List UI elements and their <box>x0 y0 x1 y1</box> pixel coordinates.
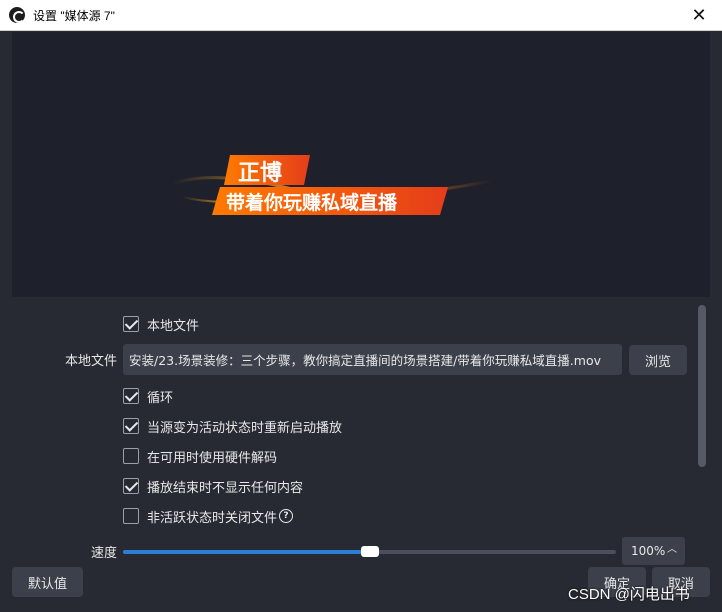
close-icon[interactable]: ✕ <box>676 0 722 31</box>
close-when-inactive-row[interactable]: 非活跃状态时关闭文件 ? <box>123 506 294 526</box>
loop-label: 循环 <box>147 390 174 406</box>
chevron-up-icon[interactable]: ︿ <box>667 540 677 555</box>
hw-decode-checkbox[interactable] <box>123 448 139 464</box>
loop-checkbox-row[interactable]: 循环 <box>123 386 173 406</box>
browse-button[interactable]: 浏览 <box>629 345 687 375</box>
close-when-inactive-label: 非活跃状态时关闭文件 <box>147 510 278 526</box>
hide-on-end-checkbox[interactable] <box>123 478 139 494</box>
hide-on-end-row[interactable]: 播放结束时不显示任何内容 <box>123 476 303 496</box>
hw-decode-row[interactable]: 在可用时使用硬件解码 <box>123 446 277 466</box>
speed-label: 速度 <box>90 546 117 561</box>
restart-on-active-row[interactable]: 当源变为活动状态时重新启动播放 <box>123 416 342 436</box>
speed-value: 100% <box>631 544 666 558</box>
speed-slider[interactable] <box>123 546 616 557</box>
local-file-field-label: 本地文件 <box>64 354 117 369</box>
banner-logo: 正博 带着你玩赚私域直播 <box>172 155 492 215</box>
title-bar: 设置 "媒体源 7" ✕ <box>0 0 722 31</box>
obs-app-icon <box>9 7 25 23</box>
banner-line2: 带着你玩赚私域直播 <box>226 191 398 214</box>
speed-slider-handle[interactable] <box>360 546 379 557</box>
hide-on-end-label: 播放结束时不显示任何内容 <box>147 480 304 496</box>
hw-decode-label: 在可用时使用硬件解码 <box>147 450 278 466</box>
properties-panel <box>12 297 710 562</box>
local-file-path-input[interactable]: 安装/23.场景装修：三个步骤，教你搞定直播间的场景搭建/带着你玩赚私域直播.m… <box>123 344 622 375</box>
banner-line1: 正博 <box>238 160 282 186</box>
speed-slider-fill <box>123 550 370 554</box>
speed-spinbox[interactable]: 100% ︿ <box>622 537 685 565</box>
close-when-inactive-checkbox[interactable] <box>123 508 139 524</box>
local-file-checkbox-row[interactable]: 本地文件 <box>123 314 199 334</box>
source-preview: 正博 带着你玩赚私域直播 <box>12 32 710 297</box>
properties-scrollbar[interactable] <box>698 305 706 467</box>
loop-checkbox[interactable] <box>123 388 139 404</box>
defaults-button[interactable]: 默认值 <box>12 567 83 597</box>
watermark: CSDN @闪电出书 <box>568 586 690 603</box>
help-icon[interactable]: ? <box>279 509 294 523</box>
window-title: 设置 "媒体源 7" <box>33 8 115 23</box>
local-file-checkbox[interactable] <box>123 316 139 332</box>
restart-on-active-label: 当源变为活动状态时重新启动播放 <box>147 420 343 436</box>
restart-on-active-checkbox[interactable] <box>123 418 139 434</box>
local-file-checkbox-label: 本地文件 <box>147 318 200 334</box>
